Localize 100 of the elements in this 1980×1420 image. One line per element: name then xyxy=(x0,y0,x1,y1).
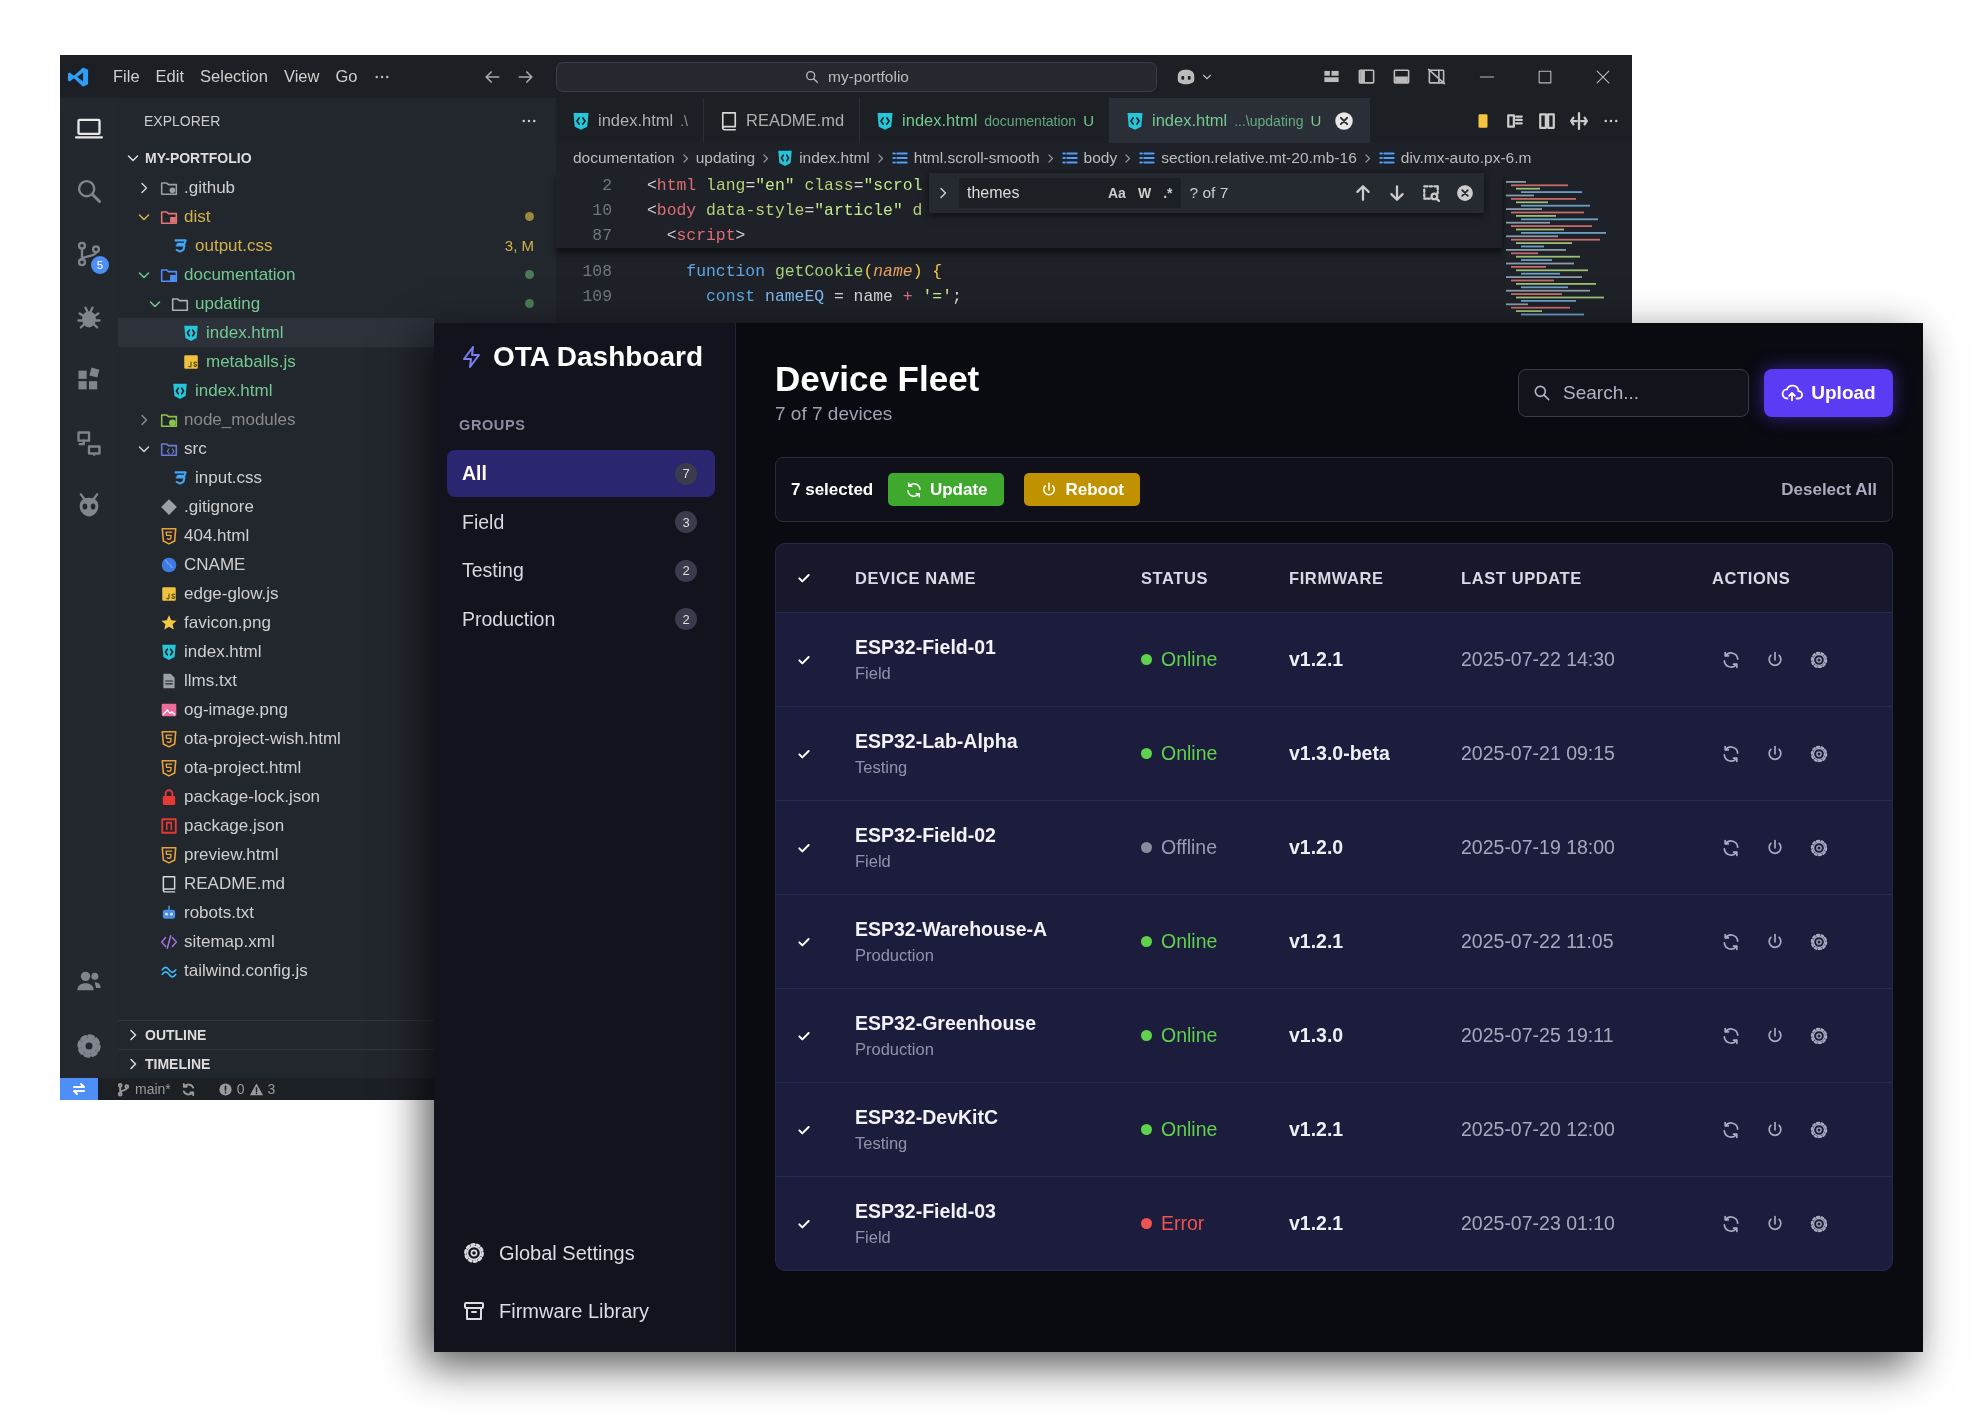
find-option-toggle[interactable]: .* xyxy=(1160,184,1176,202)
breadcrumb-item[interactable]: div.mx-auto.px-6.m xyxy=(1377,149,1532,167)
editor-tab[interactable]: index.html ...\updating U xyxy=(1110,98,1371,143)
tree-row[interactable]: favicon.png xyxy=(118,608,434,637)
gear-icon[interactable] xyxy=(1809,1213,1829,1234)
tree-row[interactable]: tailwind.config.js xyxy=(118,956,434,985)
breadcrumb-item[interactable]: index.html xyxy=(776,149,870,167)
html-file-icon xyxy=(171,381,189,400)
group-item[interactable]: Field 3 xyxy=(447,498,715,546)
tree-row[interactable]: edge-glow.js xyxy=(118,579,434,608)
breadcrumb-item[interactable]: body xyxy=(1060,149,1118,167)
tree-row[interactable]: 404.html xyxy=(118,521,434,550)
tree-row[interactable]: dist xyxy=(118,202,556,231)
search-field[interactable]: Search... xyxy=(1518,369,1749,417)
refresh-icon[interactable] xyxy=(1721,743,1741,764)
html-file-icon xyxy=(160,642,178,661)
editor-tab[interactable]: index.html documentation U xyxy=(860,98,1110,143)
tree-row[interactable]: .gitignore xyxy=(118,492,434,521)
tree-row[interactable]: README.md xyxy=(118,869,434,898)
tree-row[interactable]: package.json xyxy=(118,811,434,840)
gear-icon[interactable] xyxy=(1809,649,1829,670)
refresh-icon[interactable] xyxy=(1721,1025,1741,1046)
refresh-icon[interactable] xyxy=(1721,1213,1741,1234)
gear-icon[interactable] xyxy=(75,1032,103,1060)
tree-row[interactable]: index.html xyxy=(118,318,434,347)
section-header[interactable]: OUTLINE xyxy=(118,1020,434,1049)
breadcrumb-item[interactable]: documentation xyxy=(573,149,675,167)
split-icon[interactable] xyxy=(1570,111,1588,130)
source-control-icon[interactable] xyxy=(75,240,103,268)
breadcrumb-item[interactable]: updating xyxy=(695,149,756,167)
tree-row[interactable]: llms.txt xyxy=(118,666,434,695)
menu-item[interactable]: Go xyxy=(327,67,366,86)
upload-button[interactable]: Upload xyxy=(1764,369,1893,417)
tree-row[interactable]: .github xyxy=(118,173,434,202)
menu-item[interactable]: Selection xyxy=(192,67,276,86)
group-item[interactable]: All 7 xyxy=(447,450,715,497)
monitors-icon[interactable] xyxy=(75,429,103,457)
gear-icon[interactable] xyxy=(1809,931,1829,952)
tree-row[interactable]: preview.html xyxy=(118,840,434,869)
breadcrumb-item[interactable]: section.relative.mt-20.mb-16 xyxy=(1138,149,1357,167)
editor-tab[interactable]: index.html .\ xyxy=(556,98,704,143)
folder-header[interactable]: MY-PORTFOLIO xyxy=(118,143,556,173)
refresh-icon[interactable] xyxy=(1721,837,1741,858)
tree-row[interactable]: output.css 3, M xyxy=(118,231,556,260)
problems-indicator[interactable]: 0 3 xyxy=(217,1081,276,1097)
sync-icon[interactable] xyxy=(180,1081,196,1097)
menu-item[interactable]: File xyxy=(105,67,148,86)
status-label: Online xyxy=(1161,648,1218,671)
tree-row[interactable]: package-lock.json xyxy=(118,782,434,811)
tree-row[interactable]: robots.txt xyxy=(118,898,434,927)
remote-button[interactable] xyxy=(60,1078,98,1100)
close-icon[interactable] xyxy=(1334,110,1355,131)
menu-item[interactable]: View xyxy=(275,67,328,86)
secondary-sidebar-icon[interactable] xyxy=(1427,67,1446,86)
down-arrow-icon[interactable] xyxy=(1388,184,1406,202)
breadcrumb-item[interactable]: html.scroll-smooth xyxy=(890,149,1040,167)
tree-row[interactable]: index.html xyxy=(118,376,434,405)
group-item[interactable]: Production 2 xyxy=(447,595,715,643)
tree-row[interactable]: src xyxy=(118,434,434,463)
tree-row[interactable]: og-image.png xyxy=(118,695,434,724)
tree-row[interactable]: ota-project.html xyxy=(118,753,434,782)
gear-icon[interactable] xyxy=(1809,1025,1829,1046)
group-item[interactable]: Testing 2 xyxy=(447,547,715,594)
gear-icon[interactable] xyxy=(1809,743,1829,764)
tree-row[interactable]: input.css xyxy=(118,463,434,492)
gear-icon[interactable] xyxy=(1809,1119,1829,1140)
refresh-icon[interactable] xyxy=(1721,931,1741,952)
find-in-selection-icon[interactable] xyxy=(1422,184,1440,202)
tree-row[interactable]: updating xyxy=(118,289,556,318)
gear-icon[interactable] xyxy=(1809,837,1829,858)
find-option-toggle[interactable]: Aa xyxy=(1105,184,1129,202)
panel-toggle-icon[interactable] xyxy=(1392,67,1411,86)
close-icon[interactable] xyxy=(1456,184,1474,202)
menu-item[interactable]: Edit xyxy=(147,67,193,86)
sidebar-link[interactable]: Global Settings xyxy=(447,1233,715,1273)
bug-icon[interactable] xyxy=(75,303,103,331)
refresh-icon[interactable] xyxy=(1721,649,1741,670)
sidebar-link[interactable]: Firmware Library xyxy=(447,1291,715,1331)
branch-indicator[interactable]: main* xyxy=(116,1081,171,1097)
refresh-icon[interactable] xyxy=(1721,1119,1741,1140)
tree-row[interactable]: CNAME xyxy=(118,550,434,579)
file-name: input.css xyxy=(195,467,263,488)
preview-icon[interactable] xyxy=(1506,111,1524,130)
editor-tab[interactable]: README.md xyxy=(704,98,861,143)
columns-icon[interactable] xyxy=(1538,111,1556,130)
find-option-toggle[interactable]: W xyxy=(1134,184,1155,202)
command-center[interactable]: my-portfolio xyxy=(556,61,1157,92)
tree-row[interactable]: ota-project-wish.html xyxy=(118,724,434,753)
find-input[interactable]: themes xyxy=(959,178,1099,208)
search-icon[interactable] xyxy=(75,177,103,205)
up-arrow-icon[interactable] xyxy=(1354,184,1372,202)
deselect-all-button[interactable]: Deselect All xyxy=(1781,479,1877,500)
tree-row[interactable]: sitemap.xml xyxy=(118,927,434,956)
sidebar-toggle-icon[interactable] xyxy=(1357,67,1376,86)
code-line: const nameEQ = name + '='; xyxy=(705,287,962,306)
tree-row[interactable]: node_modules xyxy=(118,405,434,434)
tree-row[interactable]: documentation xyxy=(118,260,556,289)
tree-row[interactable]: index.html xyxy=(118,637,434,666)
device-name: ESP32-Field-03 xyxy=(855,1200,997,1223)
tree-row[interactable]: metaballs.js xyxy=(118,347,434,376)
